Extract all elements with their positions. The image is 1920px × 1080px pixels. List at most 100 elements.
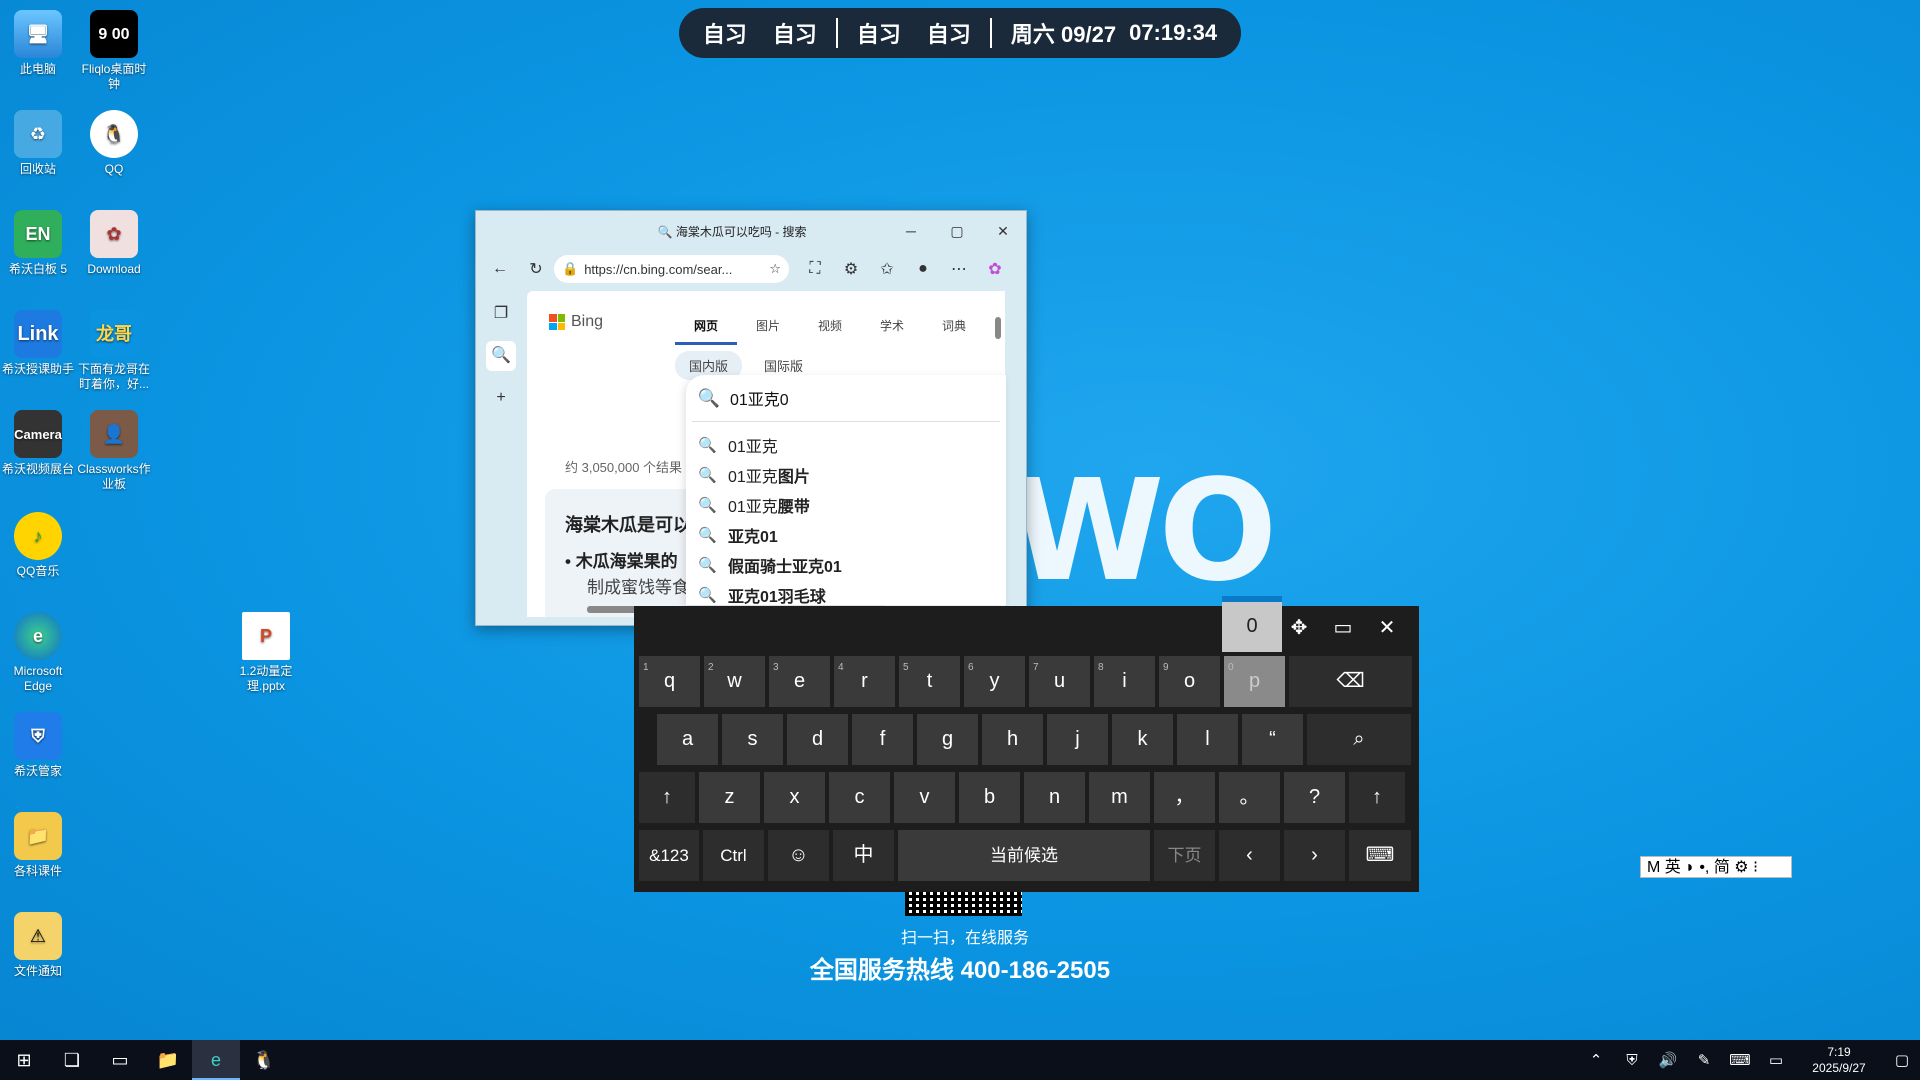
key-w[interactable]: 2w: [704, 656, 765, 707]
camera-app-icon[interactable]: ▭: [96, 1040, 144, 1080]
key-6[interactable]: m: [1089, 772, 1150, 823]
emoji-icon[interactable]: ☺: [768, 830, 829, 881]
tab-web[interactable]: 网页: [675, 309, 737, 345]
shift-left-icon[interactable]: ↑: [639, 772, 695, 823]
desktop-icon-pptx[interactable]: P 1.2动量定理.pptx: [228, 612, 304, 694]
suggestion-item[interactable]: 🔍 亚克01羽毛球: [686, 580, 1006, 605]
backspace-icon[interactable]: ⌫: [1289, 656, 1412, 707]
key-4[interactable]: b: [959, 772, 1020, 823]
key-8[interactable]: 。: [1219, 772, 1280, 823]
dock-keyboard-icon[interactable]: ▭: [1321, 612, 1365, 644]
vertical-scrollbar[interactable]: [995, 317, 1001, 339]
address-bar[interactable]: 🔒 https://cn.bing.com/sear... ☆: [554, 255, 789, 283]
ctrl-key[interactable]: Ctrl: [703, 830, 764, 881]
search-input[interactable]: 🔍 01亚克0: [692, 375, 1000, 422]
desktop-icon-seewo-manager[interactable]: ⛨ 希沃管家: [0, 712, 76, 779]
key-p[interactable]: 0p: [1224, 656, 1285, 707]
close-button[interactable]: ✕: [980, 223, 1026, 240]
key-1[interactable]: s: [722, 714, 783, 765]
suggestion-item[interactable]: 🔍 01亚克: [686, 430, 1006, 460]
desktop-icon-edge[interactable]: e Microsoft Edge: [0, 612, 76, 694]
search-key-icon[interactable]: ⌕: [1307, 714, 1411, 765]
extensions-icon[interactable]: ⚙: [833, 259, 869, 279]
arrow-left-icon[interactable]: ‹: [1219, 830, 1280, 881]
desktop-icon-courseware[interactable]: 📁 各科课件: [0, 812, 76, 879]
new-tab-icon[interactable]: +: [486, 383, 516, 413]
desktop-icon-peek[interactable]: 龙哥 下面有龙哥在盯着你，好...: [76, 310, 152, 392]
tab-search-icon[interactable]: 🔍: [486, 341, 516, 371]
key-0[interactable]: z: [699, 772, 760, 823]
suggestion-item[interactable]: 🔍 01亚克 图片: [686, 460, 1006, 490]
tab-images[interactable]: 图片: [737, 309, 799, 345]
tab-actions-icon[interactable]: ❐: [486, 299, 516, 329]
minimize-button[interactable]: ─: [888, 223, 934, 239]
tab-dictionary[interactable]: 词典: [923, 309, 985, 345]
desktop-icon-recycle-bin[interactable]: ♻ 回收站: [0, 110, 76, 177]
start-icon[interactable]: ⊞: [0, 1040, 48, 1080]
key-0[interactable]: a: [657, 714, 718, 765]
security-icon[interactable]: ⛨: [1614, 1052, 1650, 1069]
file-explorer-icon[interactable]: 📁: [144, 1040, 192, 1080]
key-y[interactable]: 6y: [964, 656, 1025, 707]
symbols-key[interactable]: &123: [639, 830, 699, 881]
close-keyboard-icon[interactable]: ✕: [1365, 612, 1409, 644]
key-i[interactable]: 8i: [1094, 656, 1155, 707]
next-page-key[interactable]: 下页: [1154, 830, 1215, 881]
desktop-icon-qq-music[interactable]: ♪ QQ音乐: [0, 512, 76, 579]
desktop-icon-fliqlo[interactable]: 9 00 Fliqlo桌面时钟: [76, 10, 152, 92]
ime-status-bar[interactable]: M 英 ◗ •, 简 ⚙ ⁝: [1640, 856, 1792, 878]
key-2[interactable]: d: [787, 714, 848, 765]
desktop-icon-this-pc[interactable]: 🖥 此电脑: [0, 10, 76, 77]
key-8[interactable]: l: [1177, 714, 1238, 765]
screenshot-icon[interactable]: ⛶: [797, 260, 833, 278]
copilot-icon[interactable]: ✿: [977, 259, 1013, 279]
desktop-icon-download[interactable]: ✿ Download: [76, 210, 152, 277]
desktop-icon-classworks[interactable]: 👤 Classworks作业板: [76, 410, 152, 492]
key-3[interactable]: v: [894, 772, 955, 823]
profile-icon[interactable]: ●: [905, 260, 941, 278]
key-3[interactable]: f: [852, 714, 913, 765]
key-6[interactable]: j: [1047, 714, 1108, 765]
arrow-right-icon[interactable]: ›: [1284, 830, 1345, 881]
touch-keyboard-icon[interactable]: ⌨: [1722, 1051, 1758, 1069]
move-keyboard-icon[interactable]: ✥: [1277, 612, 1321, 644]
tablet-icon[interactable]: ▭: [1758, 1051, 1794, 1069]
key-5[interactable]: n: [1024, 772, 1085, 823]
space-key[interactable]: 当前候选: [898, 830, 1150, 881]
key-o[interactable]: 9o: [1159, 656, 1220, 707]
shift-right-icon[interactable]: ↑: [1349, 772, 1405, 823]
suggestion-item[interactable]: 🔍 亚克01: [686, 520, 1006, 550]
more-icon[interactable]: ⋯: [941, 259, 977, 279]
key-t[interactable]: 5t: [899, 656, 960, 707]
volume-icon[interactable]: 🔊: [1650, 1051, 1686, 1069]
desktop-icon-qq[interactable]: 🐧 QQ: [76, 110, 152, 177]
desktop-icon-file-notice[interactable]: ⚠ 文件通知: [0, 912, 76, 979]
refresh-icon[interactable]: ↻: [518, 259, 554, 279]
desktop-icon-seewo-whiteboard[interactable]: EN 希沃白板 5: [0, 210, 76, 277]
tab-videos[interactable]: 视频: [799, 309, 861, 345]
desktop-icon-seewo-link[interactable]: Link 希沃授课助手: [0, 310, 76, 377]
key-u[interactable]: 7u: [1029, 656, 1090, 707]
edge-taskbar-icon[interactable]: e: [192, 1040, 240, 1080]
key-9[interactable]: ?: [1284, 772, 1345, 823]
notification-icon[interactable]: ▢: [1884, 1051, 1920, 1069]
key-q[interactable]: 1q: [639, 656, 700, 707]
keyboard-layout-icon[interactable]: ⌨: [1349, 830, 1411, 881]
key-9[interactable]: “: [1242, 714, 1303, 765]
language-key[interactable]: 中: [833, 830, 894, 881]
key-5[interactable]: h: [982, 714, 1043, 765]
desktop-icon-seewo-camera[interactable]: Camera 希沃视频展台: [0, 410, 76, 477]
key-1[interactable]: x: [764, 772, 825, 823]
suggestion-item[interactable]: 🔍 01亚克 腰带: [686, 490, 1006, 520]
key-e[interactable]: 3e: [769, 656, 830, 707]
favorite-star-icon[interactable]: ☆: [769, 261, 781, 277]
key-r[interactable]: 4r: [834, 656, 895, 707]
task-view-icon[interactable]: ❏: [48, 1040, 96, 1080]
show-hidden-icons[interactable]: ⌃: [1578, 1051, 1614, 1069]
bing-logo[interactable]: Bing: [549, 313, 603, 331]
key-7[interactable]: ，: [1154, 772, 1215, 823]
favorites-icon[interactable]: ✩: [869, 259, 905, 279]
pen-icon[interactable]: ✎: [1686, 1051, 1722, 1069]
key-4[interactable]: g: [917, 714, 978, 765]
taskbar-clock[interactable]: 7:19 2025/9/27: [1794, 1044, 1884, 1076]
